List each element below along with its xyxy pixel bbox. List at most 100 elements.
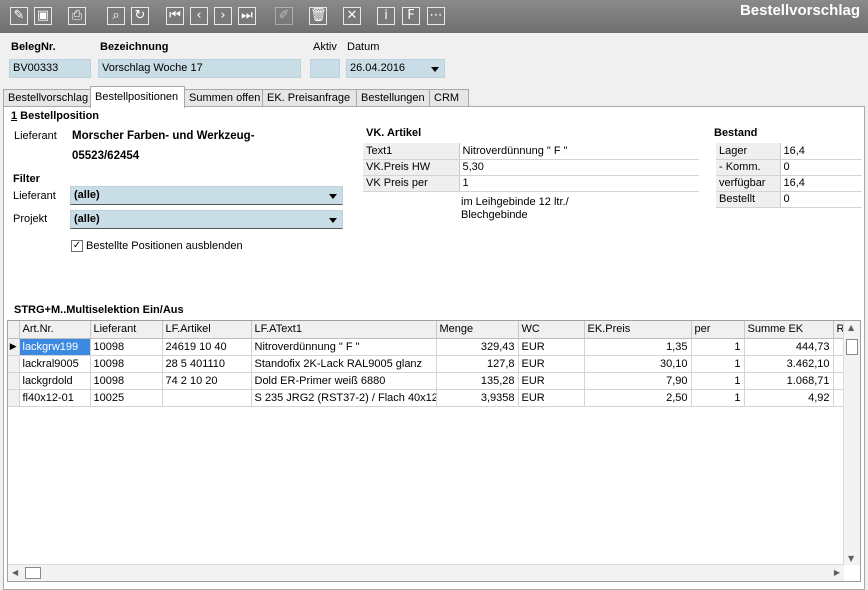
horizontal-scrollbar[interactable]: ◀ ▶	[8, 564, 844, 581]
scroll-up-icon[interactable]: ▲	[848, 323, 854, 332]
table-cell[interactable]: EUR	[518, 372, 585, 390]
row-indicator	[8, 389, 20, 407]
info-icon[interactable]: i	[377, 7, 395, 25]
table-cell[interactable]: 135,28	[436, 372, 519, 390]
filter-projekt-dropdown[interactable]: (alle)	[70, 210, 343, 229]
table-cell[interactable]: 1,35	[584, 338, 692, 356]
table-cell[interactable]: 2,50	[584, 389, 692, 407]
table-row[interactable]: lackgrdold 10098 74 2 10 20 Dold ER-Prim…	[8, 372, 851, 390]
horizontal-scroll-thumb[interactable]	[25, 567, 41, 579]
close-icon[interactable]: ✕	[343, 7, 361, 25]
bestand-key: Bestellt	[716, 191, 781, 208]
filter-lieferant-dropdown[interactable]: (alle)	[70, 186, 343, 205]
print-icon[interactable]: ⎙	[68, 7, 86, 25]
column-header[interactable]: LF.AText1	[251, 321, 437, 339]
table-cell[interactable]: EUR	[518, 355, 585, 373]
table-cell[interactable]: 1.068,71	[744, 372, 834, 390]
table-cell[interactable]: S 235 JRG2 (RST37-2) / Flach 40x12	[251, 389, 437, 407]
edit-icon[interactable]: ✎	[10, 7, 28, 25]
more-icon[interactable]: ⋯	[427, 7, 445, 25]
table-row[interactable]: lackral9005 10098 28 5 401110 Standofix …	[8, 355, 851, 373]
belegnr-label: BelegNr.	[11, 41, 56, 53]
table-cell[interactable]: 4,92	[744, 389, 834, 407]
table-cell[interactable]: lackral9005	[19, 355, 91, 373]
save-icon[interactable]: ▣	[34, 7, 52, 25]
search-icon[interactable]: ⌕	[107, 7, 125, 25]
scroll-right-icon[interactable]: ▶	[834, 568, 840, 577]
table-cell[interactable]: 127,8	[436, 355, 519, 373]
table-cell[interactable]: lackgrdold	[19, 372, 91, 390]
scroll-down-icon[interactable]: ▼	[848, 554, 854, 563]
datum-dropdown[interactable]: 26.04.2016	[346, 59, 445, 78]
chevron-down-icon[interactable]	[329, 194, 337, 199]
column-header[interactable]: WC	[518, 321, 585, 339]
vertical-scrollbar[interactable]: ▲ ▼	[843, 321, 860, 565]
last-record-icon[interactable]: ⏭	[238, 7, 256, 25]
tab-summen-offen[interactable]: Summen offen	[184, 89, 263, 107]
tab-ek-preisanfrage[interactable]: EK. Preisanfrage	[262, 89, 357, 107]
app-title: Bestellvorschlag	[739, 2, 860, 19]
table-cell[interactable]: Standofix 2K-Lack RAL9005 glanz	[251, 355, 437, 373]
table-row[interactable]: fl40x12-01 10025 S 235 JRG2 (RST37-2) / …	[8, 389, 851, 407]
bezeichnung-field[interactable]: Vorschlag Woche 17	[98, 59, 301, 78]
column-header[interactable]: Lieferant	[90, 321, 163, 339]
datum-label: Datum	[347, 41, 380, 53]
column-header[interactable]: LF.Artikel	[162, 321, 252, 339]
vk-row: VK Preis per 1	[363, 175, 699, 192]
table-cell[interactable]: 30,10	[584, 355, 692, 373]
table-cell[interactable]: 1	[691, 338, 745, 356]
column-header[interactable]: EK.Preis	[584, 321, 692, 339]
belegnr-field[interactable]: BV00333	[9, 59, 91, 78]
refresh-icon[interactable]: ↻	[131, 7, 149, 25]
aktiv-field[interactable]	[310, 59, 340, 78]
next-record-icon[interactable]: ›	[214, 7, 232, 25]
table-cell[interactable]: lackgrw199	[19, 338, 91, 356]
table-cell[interactable]: 444,73	[744, 338, 834, 356]
format-icon[interactable]: F	[402, 7, 420, 25]
first-record-icon[interactable]: ⏮	[166, 7, 184, 25]
row-indicator	[8, 355, 20, 373]
row-indicator-header	[8, 321, 20, 339]
table-cell[interactable]: 10098	[90, 355, 163, 373]
hide-ordered-checkbox[interactable]: ✓	[71, 240, 83, 252]
table-cell[interactable]: 329,43	[436, 338, 519, 356]
table-cell[interactable]: 74 2 10 20	[162, 372, 252, 390]
table-cell[interactable]: 1	[691, 389, 745, 407]
chevron-down-icon[interactable]	[431, 67, 439, 72]
bestand-value: 0	[780, 159, 862, 176]
tab-crm[interactable]: CRM	[429, 89, 469, 107]
delete-icon[interactable]: 🗑	[309, 7, 327, 25]
tab-bestellungen[interactable]: Bestellungen	[356, 89, 430, 107]
chevron-down-icon[interactable]	[329, 218, 337, 223]
table-cell[interactable]: EUR	[518, 338, 585, 356]
column-header[interactable]: Summe EK	[744, 321, 834, 339]
table-row[interactable]: ▶ lackgrw199 10098 24619 10 40 Nitroverd…	[8, 338, 851, 356]
current-row-icon: ▶	[8, 338, 20, 356]
table-cell[interactable]	[162, 389, 252, 407]
tab-bestellpositionen[interactable]: Bestellpositionen	[90, 86, 185, 108]
table-cell[interactable]: 1	[691, 372, 745, 390]
tab-bestellvorschlag[interactable]: Bestellvorschlag	[3, 89, 91, 107]
column-header[interactable]: Art.Nr.	[19, 321, 91, 339]
vertical-scroll-thumb[interactable]	[846, 339, 858, 355]
table-cell[interactable]: 1	[691, 355, 745, 373]
column-header[interactable]: per	[691, 321, 745, 339]
scroll-left-icon[interactable]: ◀	[12, 568, 18, 577]
column-header[interactable]: Menge	[436, 321, 519, 339]
previous-record-icon[interactable]: ‹	[190, 7, 208, 25]
table-cell[interactable]: 24619 10 40	[162, 338, 252, 356]
table-cell[interactable]: 3,9358	[436, 389, 519, 407]
bestand-row: verfügbar 16,4	[716, 175, 862, 192]
table-cell[interactable]: EUR	[518, 389, 585, 407]
table-cell[interactable]: 10025	[90, 389, 163, 407]
table-cell[interactable]: 10098	[90, 372, 163, 390]
table-cell[interactable]: 28 5 401110	[162, 355, 252, 373]
table-cell[interactable]: Nitroverdünnung " F "	[251, 338, 437, 356]
table-cell[interactable]: 3.462,10	[744, 355, 834, 373]
pencil-icon[interactable]: ✐	[275, 7, 293, 25]
bestand-key: Lager	[716, 143, 781, 160]
table-cell[interactable]: Dold ER-Primer weiß 6880	[251, 372, 437, 390]
table-cell[interactable]: 10098	[90, 338, 163, 356]
table-cell[interactable]: 7,90	[584, 372, 692, 390]
table-cell[interactable]: fl40x12-01	[19, 389, 91, 407]
